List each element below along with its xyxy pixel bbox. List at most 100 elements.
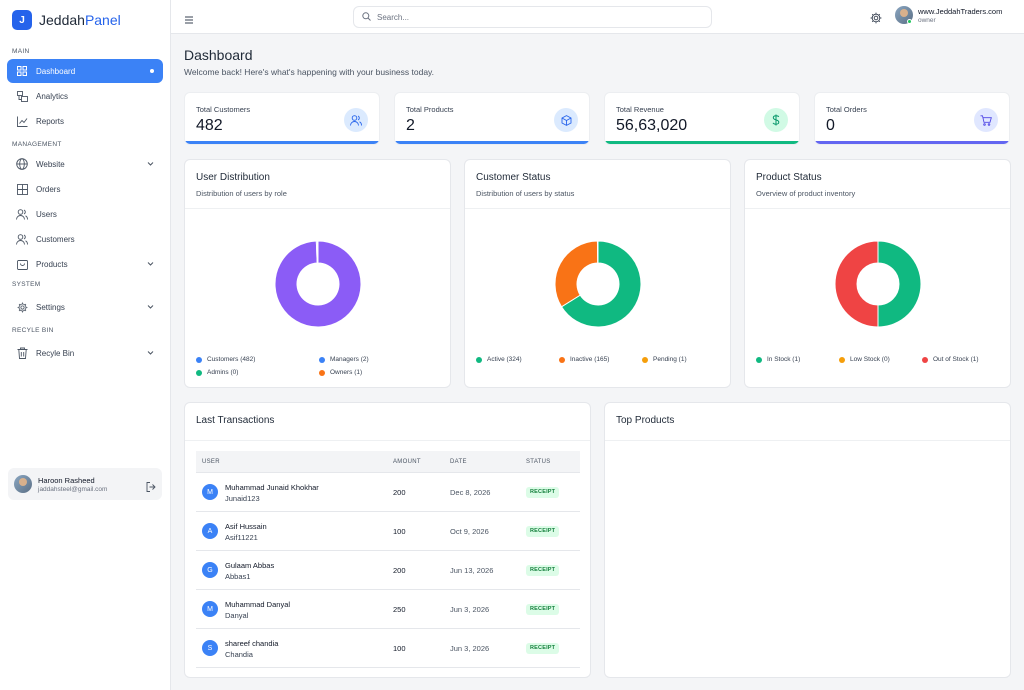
legend-item[interactable]: Owners (1) [319, 369, 362, 376]
chevron-down-icon[interactable] [147, 303, 154, 312]
user-avatar-initial: M [202, 601, 218, 617]
sidebar-item-analytics[interactable]: Analytics [7, 84, 163, 108]
legend-dot [756, 356, 762, 363]
search-input[interactable] [377, 12, 677, 22]
table-row[interactable]: M Muhammad Danyal Danyal 250 Jun 3, 2026… [196, 590, 580, 629]
legend-item[interactable]: Managers (2) [319, 356, 369, 363]
stat-label: Total Orders [826, 105, 867, 114]
stat-card-customers[interactable]: Total Customers 482 [184, 92, 380, 145]
card-title: User Distribution [196, 172, 270, 183]
legend-item[interactable]: Pending (1) [642, 356, 687, 363]
chevron-down-icon[interactable] [147, 349, 154, 358]
transaction-username: Chandia [225, 650, 253, 659]
pie-slice[interactable] [596, 240, 599, 264]
search-box[interactable] [353, 6, 712, 28]
page-title: Dashboard [184, 47, 253, 63]
sidebar-user-card[interactable]: Haroon Rasheed jaddahsteel@gmail.com [8, 468, 162, 500]
sidebar-item-orders[interactable]: Orders [7, 177, 163, 201]
logout-icon[interactable] [146, 479, 156, 492]
table-row[interactable]: M Muhammad Junaid Khokhar Junaid123 200 … [196, 473, 580, 512]
pie-slice[interactable] [877, 240, 922, 328]
transactions-card: Last Transactions USER AMOUNT DATE STATU… [184, 402, 591, 678]
sidebar-item-settings[interactable]: Settings [7, 295, 163, 319]
stat-accent-bar [815, 141, 1009, 144]
sidebar-item-label: Website [36, 159, 65, 169]
user-email: jaddahsteel@gmail.com [38, 485, 108, 493]
stat-card-revenue[interactable]: Total Revenue 56,63,020 [604, 92, 800, 145]
package-icon [16, 258, 28, 270]
customer-status-card: Customer Status Distribution of users by… [464, 159, 731, 388]
topbar: www.JeddahTraders.com owner [171, 0, 1024, 34]
status-badge: RECEIPT [526, 526, 560, 537]
brand[interactable]: J JeddahPanel [0, 0, 170, 40]
card-title: Last Transactions [196, 415, 275, 426]
divider [605, 440, 1010, 441]
customer-status-donut[interactable] [554, 240, 642, 328]
column-header[interactable]: USER [202, 459, 220, 465]
status-badge: RECEIPT [526, 643, 560, 654]
user-avatar-initial: S [202, 640, 218, 656]
legend-label: Owners (1) [330, 369, 363, 376]
legend-item[interactable]: Out of Stock (1) [922, 356, 979, 363]
legend-label: Out of Stock (1) [933, 356, 979, 363]
sidebar-item-customers[interactable]: Customers [7, 227, 163, 251]
sidebar-item-label: Customers [36, 234, 75, 244]
column-header[interactable]: AMOUNT [393, 459, 421, 465]
product-status-donut[interactable] [834, 240, 922, 328]
section-label-main: MAIN [12, 48, 30, 55]
legend-item[interactable]: In Stock (1) [756, 356, 800, 363]
legend-label: In Stock (1) [767, 356, 801, 363]
stat-card-products[interactable]: Total Products 2 [394, 92, 590, 145]
table-row[interactable]: G Gulaam Abbas Abbas1 200 Jun 13, 2026 R… [196, 551, 580, 590]
transaction-amount: 200 [393, 566, 406, 575]
transaction-date: Jun 3, 2026 [450, 605, 490, 614]
pie-slice[interactable] [554, 240, 599, 308]
dollar-icon [764, 108, 788, 132]
sidebar-item-dashboard[interactable]: Dashboard [7, 59, 163, 83]
gear-icon[interactable] [870, 11, 882, 24]
transaction-amount: 200 [393, 488, 406, 497]
sidebar-item-label: Orders [36, 184, 61, 194]
stat-card-orders[interactable]: Total Orders 0 [814, 92, 1010, 145]
sidebar-item-reports[interactable]: Reports [7, 109, 163, 133]
menu-icon[interactable] [184, 12, 194, 24]
legend-label: Pending (1) [653, 356, 687, 363]
legend-item[interactable]: Active (324) [476, 356, 522, 363]
legend-dot [319, 369, 325, 376]
divider [745, 208, 1010, 209]
legend-item[interactable]: Customers (482) [196, 356, 255, 363]
legend-dot [559, 356, 565, 363]
grid-icon [16, 65, 28, 77]
sidebar-item-products[interactable]: Products [7, 252, 163, 276]
column-header[interactable]: DATE [450, 459, 467, 465]
table-row[interactable]: A Asif Hussain Asif11221 100 Oct 9, 2026… [196, 512, 580, 551]
section-label-recycle-bin: RECYLE BIN [12, 327, 54, 334]
transaction-amount: 250 [393, 605, 406, 614]
top-products-card: Top Products [604, 402, 1011, 678]
pie-slice[interactable] [834, 240, 879, 328]
legend-item[interactable]: Inactive (165) [559, 356, 609, 363]
stat-accent-bar [395, 141, 589, 144]
table-row[interactable]: S shareef chandia Chandia 100 Jun 3, 202… [196, 629, 580, 668]
chevron-down-icon[interactable] [147, 260, 154, 269]
user-distribution-donut[interactable] [274, 240, 362, 328]
transaction-date: Jun 13, 2026 [450, 566, 494, 575]
transaction-user-name: shareef chandia [225, 639, 279, 648]
sidebar-item-users[interactable]: Users [7, 202, 163, 226]
legend-item[interactable]: Admins (0) [196, 369, 238, 376]
section-label-management: MANAGEMENT [12, 141, 62, 148]
column-header[interactable]: STATUS [526, 459, 551, 465]
trash-icon [16, 347, 28, 359]
legend-label: Low Stock (0) [850, 356, 890, 363]
transaction-date: Jun 3, 2026 [450, 644, 490, 653]
legend-item[interactable]: Low Stock (0) [839, 356, 890, 363]
sidebar-item-recycle-bin[interactable]: Recyle Bin [7, 341, 163, 365]
sidebar-item-website[interactable]: Website [7, 152, 163, 176]
chevron-down-icon[interactable] [147, 160, 154, 169]
sidebar-item-label: Users [36, 209, 57, 219]
brand-logo: J [12, 10, 32, 30]
divider [185, 440, 590, 441]
pie-slice[interactable] [316, 240, 319, 264]
transaction-user-name: Asif Hussain [225, 522, 267, 531]
status-badge: RECEIPT [526, 565, 560, 576]
